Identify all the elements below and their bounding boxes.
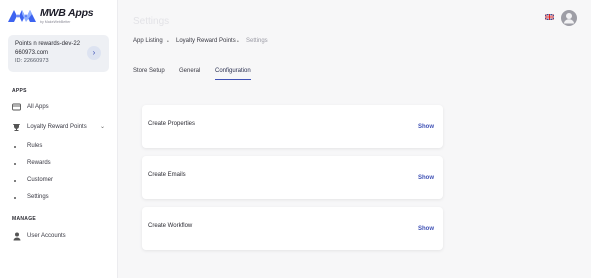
- bullet-icon: [14, 146, 16, 148]
- breadcrumb-separator: •: [237, 38, 239, 45]
- chevron-right-icon[interactable]: ›: [87, 46, 101, 60]
- sidebar-subitem-label: Settings: [27, 194, 49, 200]
- card-title: Create Workflow: [148, 223, 193, 229]
- show-button[interactable]: Show: [418, 124, 434, 130]
- card-title: Create Properties: [148, 121, 196, 127]
- tab-general[interactable]: General: [179, 68, 200, 74]
- sidebar-item-loyalty-reward-points[interactable]: Loyalty Reward Points ⌄: [12, 123, 112, 135]
- tab-store-setup[interactable]: Store Setup: [133, 68, 165, 74]
- breadcrumb-item-settings: Settings: [246, 38, 268, 44]
- chevron-down-icon[interactable]: ⌄: [100, 123, 105, 130]
- sidebar-item-label: User Accounts: [27, 233, 66, 239]
- show-button[interactable]: Show: [418, 226, 434, 232]
- bullet-icon: [14, 197, 16, 199]
- page-title: Settings: [133, 16, 170, 27]
- active-tab-indicator: [215, 79, 251, 80]
- breadcrumb-item-app-listing[interactable]: App Listing: [133, 38, 163, 44]
- manage-heading: MANAGE: [12, 216, 37, 222]
- uk-flag-icon[interactable]: [545, 14, 554, 20]
- bullet-icon: [14, 180, 16, 182]
- sidebar-item-label: Loyalty Reward Points: [27, 124, 87, 130]
- breadcrumb-item-loyalty-reward-points[interactable]: Loyalty Reward Points: [176, 38, 236, 44]
- brand-logo[interactable]: MWB Apps by MakeWebBetter: [8, 6, 108, 28]
- store-name: Points n rewards-dev-22 660973.com: [15, 41, 81, 56]
- apps-heading: APPS: [12, 88, 27, 94]
- brand-subtitle: by MakeWebBetter: [40, 20, 71, 24]
- sidebar: MWB Apps by MakeWebBetter Points n rewar…: [0, 0, 118, 278]
- brand-name: MWB Apps: [40, 7, 94, 19]
- sidebar-subitem-label: Rules: [27, 143, 43, 149]
- store-id: ID: 22660973: [15, 58, 49, 64]
- bullet-icon: [14, 163, 16, 165]
- card-create-properties: Create Properties Show: [142, 105, 443, 148]
- card-create-emails: Create Emails Show: [142, 156, 443, 199]
- mwb-logo-icon: [8, 10, 36, 22]
- store-selector[interactable]: Points n rewards-dev-22 660973.com ID: 2…: [8, 35, 109, 72]
- sidebar-subitem-label: Customer: [27, 177, 54, 183]
- trophy-icon: [12, 123, 21, 132]
- person-icon: [564, 13, 574, 24]
- tab-configuration[interactable]: Configuration: [215, 68, 251, 74]
- card-title: Create Emails: [148, 172, 186, 178]
- breadcrumb-separator: •: [167, 38, 169, 45]
- card-icon: [12, 103, 21, 112]
- person-icon: [12, 232, 21, 241]
- sidebar-item-all-apps[interactable]: All Apps: [12, 103, 112, 115]
- sidebar-item-user-accounts[interactable]: User Accounts: [12, 232, 112, 244]
- card-create-workflow: Create Workflow Show: [142, 207, 443, 250]
- sidebar-item-label: All Apps: [27, 104, 49, 110]
- sidebar-subitem-label: Rewards: [27, 160, 51, 166]
- show-button[interactable]: Show: [418, 175, 434, 181]
- user-avatar[interactable]: [561, 10, 577, 26]
